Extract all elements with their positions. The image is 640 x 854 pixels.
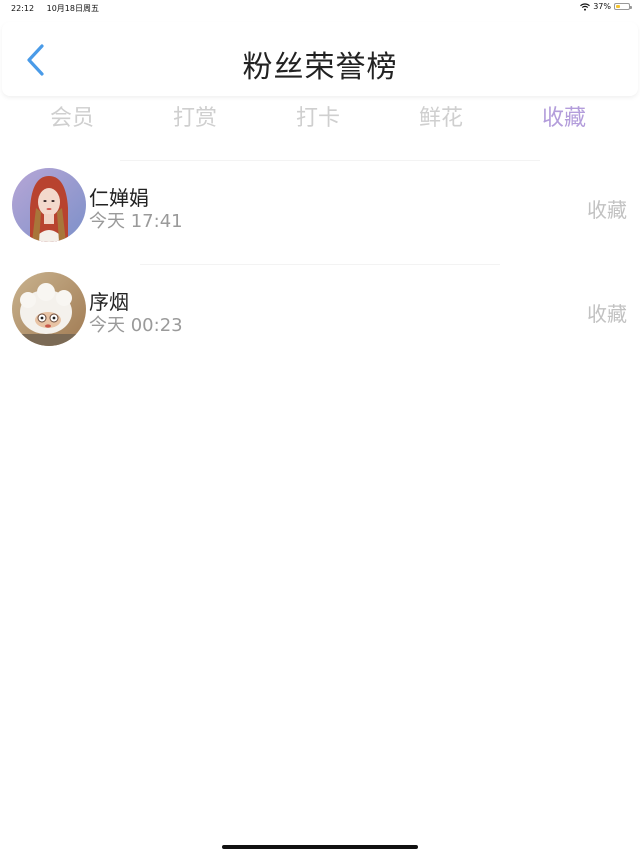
status-date: 10月18日周五 bbox=[46, 4, 99, 13]
page-title: 粉丝荣誉榜 bbox=[242, 50, 398, 85]
row-divider bbox=[120, 160, 540, 161]
list-item[interactable]: 仁婵娟 今天 17:41 收藏 bbox=[0, 160, 640, 264]
tab-tipping[interactable]: 打赏 bbox=[173, 100, 217, 132]
header-bar: 粉丝荣誉榜 bbox=[2, 22, 638, 96]
avatar bbox=[12, 272, 86, 346]
battery-percent: 37% bbox=[593, 2, 611, 11]
wifi-icon bbox=[580, 2, 591, 11]
tab-favorites[interactable]: 收藏 bbox=[542, 100, 586, 132]
status-left: 22:12 10月18日周五 bbox=[11, 3, 99, 14]
avatar bbox=[12, 168, 86, 242]
user-time: 今天 00:23 bbox=[89, 315, 183, 336]
tab-bar: 会员 打赏 打卡 鲜花 收藏 bbox=[0, 100, 640, 136]
list-item[interactable]: 序烟 今天 00:23 收藏 bbox=[0, 264, 640, 368]
status-time: 22:12 bbox=[11, 4, 35, 13]
tab-membership[interactable]: 会员 bbox=[50, 100, 94, 132]
tab-checkin[interactable]: 打卡 bbox=[296, 100, 340, 132]
action-label: 收藏 bbox=[587, 302, 627, 326]
home-indicator bbox=[222, 845, 418, 849]
battery-fill bbox=[616, 5, 620, 8]
fan-list: 仁婵娟 今天 17:41 收藏 序烟 今天 00:23 收藏 bbox=[0, 160, 640, 368]
action-label: 收藏 bbox=[587, 198, 627, 222]
user-time: 今天 17:41 bbox=[89, 211, 183, 232]
battery-icon bbox=[614, 3, 632, 10]
status-right: 37% bbox=[580, 2, 632, 11]
row-divider bbox=[140, 264, 500, 265]
status-bar: 22:12 10月18日周五 37% bbox=[0, 0, 640, 16]
tab-flowers[interactable]: 鲜花 bbox=[419, 100, 463, 132]
